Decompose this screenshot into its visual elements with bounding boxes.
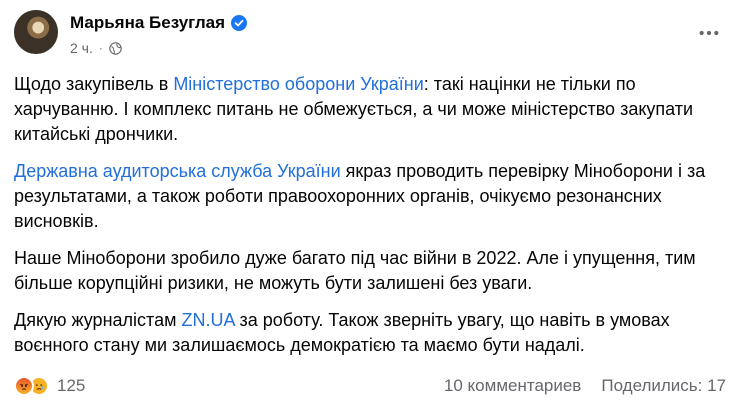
- angry-reaction-icon: [14, 376, 34, 396]
- more-options-button[interactable]: [692, 18, 726, 48]
- post-time[interactable]: 2 ч.: [70, 40, 93, 56]
- globe-icon[interactable]: [109, 41, 122, 55]
- mention-link-ministry-of-defence[interactable]: Міністерство оборони України: [173, 74, 423, 94]
- reaction-count: 125: [57, 376, 86, 395]
- post-body: Щодо закупівель в Міністерство оборони У…: [14, 72, 726, 370]
- meta-separator: ·: [98, 41, 103, 55]
- more-dots-icon: [698, 24, 720, 42]
- post-paragraph: Щодо закупівель в Міністерство оборони У…: [14, 74, 694, 144]
- post-meta: 2 ч. ·: [70, 40, 122, 56]
- author-avatar[interactable]: [14, 10, 58, 54]
- mention-link-audit-service[interactable]: Державна аудиторська служба України: [14, 161, 341, 181]
- reactions-summary[interactable]: 125: [14, 376, 85, 396]
- author-line: Марьяна Безуглая: [70, 12, 248, 34]
- comments-count-link[interactable]: 10 комментариев: [444, 376, 581, 396]
- post-paragraph: Державна аудиторська служба України якра…: [14, 161, 706, 231]
- post-paragraph: Дякую журналістам ZN.UA за роботу. Також…: [14, 310, 670, 355]
- post-footer: 125 10 комментариев Поделились: 17: [14, 372, 726, 400]
- mention-link-zn-ua[interactable]: ZN.UA: [181, 310, 234, 330]
- author-name[interactable]: Марьяна Безуглая: [70, 13, 225, 33]
- post-header: Марьяна Безуглая 2 ч. ·: [14, 10, 726, 62]
- shares-count-link[interactable]: Поделились: 17: [601, 376, 726, 396]
- post-paragraph: Наше Міноборони зробило дуже багато під …: [14, 248, 696, 293]
- verified-badge-icon: [231, 15, 248, 31]
